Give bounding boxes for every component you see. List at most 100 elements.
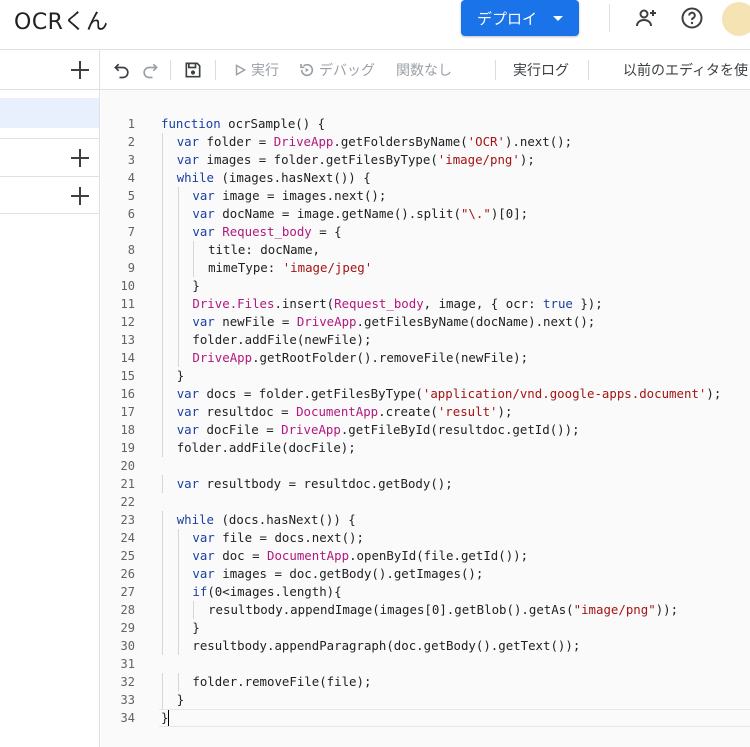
sidebar-libraries-section bbox=[0, 138, 99, 176]
code-text: if(0<images.length){ bbox=[192, 584, 342, 599]
sidebar-item-selected-file[interactable] bbox=[0, 98, 99, 128]
code-line[interactable]: 17 var resultdoc = DocumentApp.create('re… bbox=[101, 403, 750, 421]
code-line[interactable]: 1 function ocrSample() { bbox=[101, 115, 750, 133]
code-line[interactable]: 13 folder.addFile(newFile); bbox=[101, 331, 750, 349]
line-number: 24 bbox=[120, 531, 135, 545]
code-line[interactable]: 30 resultbody.appendParagraph(doc.getBody… bbox=[101, 637, 750, 655]
code-line[interactable]: 9 mimeType: 'image/jpeg' bbox=[101, 259, 750, 277]
code-line[interactable]: 15} bbox=[101, 367, 750, 385]
code-line[interactable]: 28 resultbody.appendImage(images[0].getBl… bbox=[101, 601, 750, 619]
code-text: Drive.Files.insert(Request_body, image, … bbox=[192, 296, 603, 311]
help-button[interactable] bbox=[678, 4, 706, 32]
code-line[interactable]: 11 Drive.Files.insert(Request_body, image… bbox=[101, 295, 750, 313]
code-line[interactable]: 10} bbox=[101, 277, 750, 295]
code-line[interactable]: 5 var image = images.next(); bbox=[101, 187, 750, 205]
indent-guide bbox=[162, 403, 163, 421]
header-divider bbox=[609, 4, 610, 32]
code-line[interactable]: 31 bbox=[101, 655, 750, 673]
code-text: var newFile = DriveApp.getFilesByName(do… bbox=[192, 314, 596, 329]
indent-guide bbox=[177, 601, 179, 619]
code-line[interactable]: 4 while (images.hasNext()) { bbox=[101, 169, 750, 187]
redo-icon bbox=[143, 63, 158, 79]
code-line[interactable]: 12 var newFile = DriveApp.getFilesByName(… bbox=[101, 313, 750, 331]
indent-guide bbox=[162, 529, 163, 547]
code-line[interactable]: 22 bbox=[101, 493, 750, 511]
code-text: var docName = image.getName().split("\."… bbox=[192, 206, 529, 221]
code-line[interactable]: 6 var docName = image.getName().split("\.… bbox=[101, 205, 750, 223]
debug-label: デバッグ bbox=[319, 63, 375, 79]
line-number: 32 bbox=[120, 675, 135, 689]
code-text: mimeType: 'image/jpeg' bbox=[208, 260, 373, 275]
line-number: 29 bbox=[120, 621, 135, 635]
code-text: var Request_body = { bbox=[192, 224, 342, 239]
indent-guide bbox=[193, 241, 195, 259]
code-line[interactable]: 3 var images = folder.getFilesByType('ima… bbox=[101, 151, 750, 169]
undo-button[interactable] bbox=[112, 50, 132, 90]
function-selector[interactable]: 関数なし bbox=[396, 50, 452, 90]
code-line[interactable]: 27 if(0<images.length){ bbox=[101, 583, 750, 601]
code-text: var resultbody = resultdoc.getBody(); bbox=[176, 476, 453, 491]
code-line[interactable]: 29} bbox=[101, 619, 750, 637]
line-number: 34 bbox=[120, 711, 135, 725]
indent-guide bbox=[162, 439, 163, 457]
code-line[interactable]: 18 var docFile = DriveApp.getFileById(res… bbox=[101, 421, 750, 439]
code-line[interactable]: 20 bbox=[101, 457, 750, 475]
add-service-icon[interactable] bbox=[71, 187, 89, 205]
code-line[interactable]: 32 folder.removeFile(file); bbox=[101, 673, 750, 691]
indent-guide bbox=[177, 583, 179, 601]
code-line[interactable]: 2 var folder = DriveApp.getFoldersByName(… bbox=[101, 133, 750, 151]
indent-guide bbox=[177, 223, 179, 241]
indent-guide bbox=[177, 673, 179, 691]
redo-button[interactable] bbox=[140, 50, 160, 90]
share-button[interactable] bbox=[632, 4, 660, 32]
code-editor[interactable]: 1 function ocrSample() {2 var folder = Dri… bbox=[101, 90, 750, 747]
code-line[interactable]: 34} bbox=[101, 709, 750, 727]
legacy-editor-button[interactable]: 以前のエディタを使 bbox=[623, 50, 748, 90]
code-text: var docFile = DriveApp.getFileById(resul… bbox=[176, 422, 580, 437]
code-line[interactable]: 16 var docs = folder.getFilesByType('appl… bbox=[101, 385, 750, 403]
avatar[interactable] bbox=[722, 2, 750, 36]
line-number: 28 bbox=[120, 603, 135, 617]
indent-guide bbox=[177, 565, 179, 583]
legacy-editor-label: 以前のエディタを使 bbox=[623, 63, 749, 79]
text-cursor bbox=[168, 710, 169, 726]
execution-log-label: 実行ログ bbox=[513, 63, 569, 79]
indent-guide bbox=[162, 259, 163, 277]
code-line[interactable]: 7 var Request_body = { bbox=[101, 223, 750, 241]
code-line[interactable]: 21 var resultbody = resultdoc.getBody(); bbox=[101, 475, 750, 493]
code-text: resultbody.appendParagraph(doc.getBody()… bbox=[192, 638, 581, 653]
run-button[interactable]: 実行 bbox=[233, 50, 279, 90]
code-text: var docs = folder.getFilesByType('applic… bbox=[176, 386, 722, 401]
code-line[interactable]: 25 var doc = DocumentApp.openById(file.ge… bbox=[101, 547, 750, 565]
code-line[interactable]: 26 var images = doc.getBody().getImages()… bbox=[101, 565, 750, 583]
execution-log-button[interactable]: 実行ログ bbox=[513, 50, 569, 90]
debug-button[interactable]: デバッグ bbox=[299, 50, 375, 90]
add-file-icon[interactable] bbox=[71, 61, 89, 79]
indent-guide bbox=[162, 601, 163, 619]
code-text: folder.removeFile(file); bbox=[192, 674, 372, 689]
code-line[interactable]: 8 title: docName, bbox=[101, 241, 750, 259]
deploy-button[interactable]: デプロイ bbox=[461, 0, 579, 36]
code-text: while (images.hasNext()) { bbox=[176, 170, 371, 185]
project-title[interactable]: OCRくん bbox=[14, 4, 108, 36]
code-line[interactable]: 14 DriveApp.getRootFolder().removeFile(ne… bbox=[101, 349, 750, 367]
indent-guide bbox=[177, 187, 179, 205]
add-person-icon bbox=[636, 9, 656, 27]
line-number: 25 bbox=[120, 549, 135, 563]
add-library-icon[interactable] bbox=[71, 149, 89, 167]
indent-guide bbox=[177, 637, 179, 655]
code-line[interactable]: 23 while (docs.hasNext()) { bbox=[101, 511, 750, 529]
code-text: var doc = DocumentApp.openById(file.getI… bbox=[192, 548, 529, 563]
left-sidebar bbox=[0, 50, 100, 747]
code-line[interactable]: 24 var file = docs.next(); bbox=[101, 529, 750, 547]
indent-guide bbox=[162, 295, 163, 313]
code-line[interactable]: 19 folder.addFile(docFile); bbox=[101, 439, 750, 457]
line-number: 26 bbox=[120, 567, 135, 581]
save-button[interactable] bbox=[183, 50, 203, 90]
line-number: 16 bbox=[120, 387, 135, 401]
code-line[interactable]: 33} bbox=[101, 691, 750, 709]
line-number: 5 bbox=[127, 189, 135, 203]
code-text: resultbody.appendImage(images[0].getBlob… bbox=[208, 602, 679, 617]
line-number: 23 bbox=[120, 513, 135, 527]
indent-guide bbox=[162, 475, 163, 493]
